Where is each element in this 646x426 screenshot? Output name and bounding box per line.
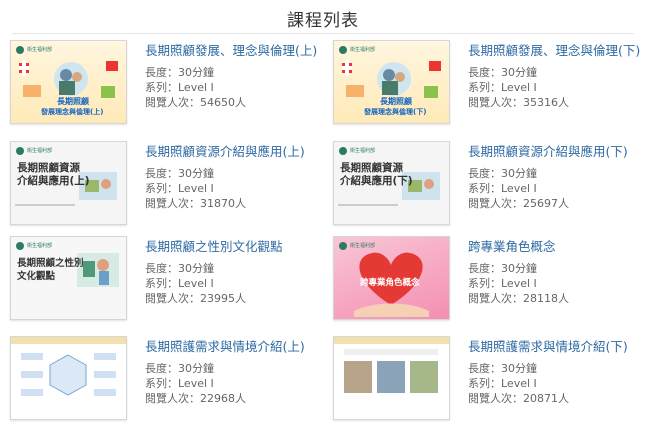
course-series: 系列：Level Ⅰ — [145, 377, 214, 390]
course-card: 衛生福利部 長期照顧 發展理念與倫理(下) 長期照顧發展、理念與倫理(下) 長度… — [333, 40, 643, 130]
course-card: 衛生福利部 長期照顧資源 介紹與應用(上) 長期照顧資源介紹與應用(上) 長度：… — [10, 141, 320, 231]
thumb-subtitle: 介紹與應用(上) — [17, 175, 90, 187]
thumb-subtitle: 文化觀點 — [17, 271, 56, 282]
course-views: 閱覽人次：31870人 — [145, 197, 246, 210]
org-logo-icon — [339, 46, 347, 54]
course-series: 系列：Level Ⅰ — [468, 182, 537, 195]
course-card: 衛生福利部 長期照顧之性別 文化觀點 長期照顧之性別文化觀點 長度：30分鐘 系… — [10, 236, 320, 326]
org-logo-icon — [339, 242, 347, 250]
course-thumbnail[interactable]: 衛生福利部 長期照顧 發展理念與倫理(下) — [333, 40, 450, 124]
course-series: 系列：Level Ⅰ — [468, 81, 537, 94]
course-series: 系列：Level Ⅰ — [145, 277, 214, 290]
course-title-link[interactable]: 長期照顧資源介紹與應用(上) — [145, 141, 305, 160]
course-title-link[interactable]: 長期照顧發展、理念與倫理(上) — [145, 40, 317, 59]
course-title-link[interactable]: 跨專業角色概念 — [468, 236, 556, 255]
course-length: 長度：30分鐘 — [468, 66, 537, 79]
thumb-subtitle: 發展理念與倫理(上) — [41, 108, 104, 116]
thumb-title: 長期照顧資源 — [17, 162, 80, 174]
org-logo-icon — [16, 242, 24, 250]
course-length: 長度：30分鐘 — [145, 167, 214, 180]
course-views: 閱覽人次：23995人 — [145, 292, 246, 305]
course-thumbnail[interactable]: 衛生福利部 長期照顧資源 介紹與應用(上) — [10, 141, 127, 225]
course-length: 長度：30分鐘 — [145, 262, 214, 275]
course-length: 長度：30分鐘 — [468, 362, 537, 375]
course-views: 閱覽人次：20871人 — [468, 392, 569, 405]
course-length: 長度：30分鐘 — [145, 362, 214, 375]
thumb-title: 長期照顧之性別 — [17, 258, 84, 269]
course-title-link[interactable]: 長期照顧發展、理念與倫理(下) — [468, 40, 640, 59]
course-series: 系列：Level Ⅰ — [468, 277, 537, 290]
course-series: 系列：Level Ⅰ — [468, 377, 537, 390]
thumb-subtitle: 發展理念與倫理(下) — [364, 108, 427, 116]
course-card: 長期照護需求與情境介紹(上) 長度：30分鐘 系列：Level Ⅰ 閱覽人次：2… — [10, 336, 320, 426]
course-thumbnail[interactable]: 衛生福利部 長期照顧 發展理念與倫理(上) — [10, 40, 127, 124]
org-logo-icon — [339, 147, 347, 155]
course-length: 長度：30分鐘 — [468, 167, 537, 180]
course-title-link[interactable]: 長期照護需求與情境介紹(上) — [145, 336, 305, 355]
course-thumbnail[interactable] — [333, 336, 450, 420]
course-views: 閱覽人次：28118人 — [468, 292, 569, 305]
thumb-org: 衛生福利部 — [350, 243, 376, 249]
thumb-title: 長期照顧資源 — [340, 162, 403, 174]
thumb-org: 衛生福利部 — [27, 243, 53, 249]
course-thumbnail[interactable] — [10, 336, 127, 420]
course-thumbnail[interactable]: 衛生福利部 跨專業角色概念 — [333, 236, 450, 320]
course-card: 衛生福利部 長期照顧資源 介紹與應用(下) 長期照顧資源介紹與應用(下) 長度：… — [333, 141, 643, 231]
course-series: 系列：Level Ⅰ — [145, 81, 214, 94]
course-views: 閱覽人次：54650人 — [145, 96, 246, 109]
course-views: 閱覽人次：35316人 — [468, 96, 569, 109]
org-logo-icon — [16, 46, 24, 54]
course-card: 衛生福利部 長期照顧 發展理念與倫理(上) 長期照顧發展、理念與倫理(上) 長度… — [10, 40, 320, 130]
course-title-link[interactable]: 長期照顧之性別文化觀點 — [145, 236, 283, 255]
thumb-title: 跨專業角色概念 — [360, 278, 420, 288]
course-series: 系列：Level Ⅰ — [145, 182, 214, 195]
course-views: 閱覽人次：22968人 — [145, 392, 246, 405]
course-length: 長度：30分鐘 — [145, 66, 214, 79]
course-card: 長期照護需求與情境介紹(下) 長度：30分鐘 系列：Level Ⅰ 閱覽人次：2… — [333, 336, 643, 426]
course-length: 長度：30分鐘 — [468, 262, 537, 275]
thumb-subtitle: 介紹與應用(下) — [340, 175, 413, 187]
course-title-link[interactable]: 長期照護需求與情境介紹(下) — [468, 336, 628, 355]
thumb-org: 衛生福利部 — [350, 148, 376, 154]
thumb-org: 衛生福利部 — [350, 47, 376, 53]
course-thumbnail[interactable]: 衛生福利部 長期照顧資源 介紹與應用(下) — [333, 141, 450, 225]
course-views: 閱覽人次：25697人 — [468, 197, 569, 210]
thumb-org: 衛生福利部 — [27, 148, 53, 154]
course-title-link[interactable]: 長期照顧資源介紹與應用(下) — [468, 141, 628, 160]
course-card: 衛生福利部 跨專業角色概念 跨專業角色概念 長度：30分鐘 系列：Level Ⅰ… — [333, 236, 643, 326]
course-grid: 衛生福利部 長期照顧 發展理念與倫理(上) 長期照顧發展、理念與倫理(上) 長度… — [0, 0, 646, 420]
thumb-org: 衛生福利部 — [27, 47, 53, 53]
org-logo-icon — [16, 147, 24, 155]
course-thumbnail[interactable]: 衛生福利部 長期照顧之性別 文化觀點 — [10, 236, 127, 320]
